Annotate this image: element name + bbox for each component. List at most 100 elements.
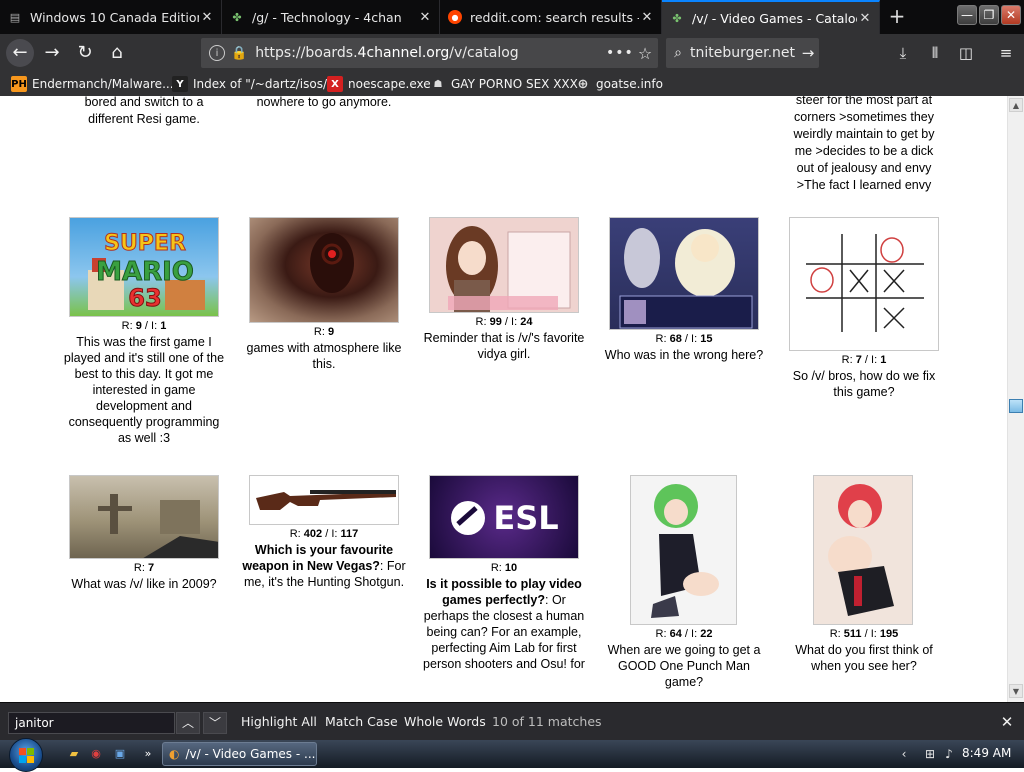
thread-card[interactable]: nowhere to go anymore. [242, 96, 406, 110]
restore-button[interactable]: ❐ [979, 5, 999, 25]
downloads-icon[interactable]: ⤓ [892, 42, 914, 64]
clock[interactable]: 8:49 AM [962, 746, 1011, 760]
tab-windows10[interactable]: ▤ Windows 10 Canada Edition · ✕ [0, 0, 222, 34]
thread-card[interactable]: R: 7 / I: 1 So /v/ bros, how do we fix t… [782, 354, 946, 400]
thread-stats: R: 7 [133, 562, 155, 574]
thread-thumbnail[interactable] [429, 217, 579, 313]
menu-icon[interactable]: ≡ [995, 42, 1017, 64]
bookmark-item[interactable]: PH Endermanch/Malware... [11, 75, 174, 93]
firefox-icon: ◐ [169, 747, 180, 761]
new-tab-button[interactable]: + [884, 4, 910, 30]
close-tab-icon[interactable]: ✕ [417, 10, 433, 25]
esl-logo-image: ESL [451, 499, 559, 537]
close-tab-icon[interactable]: ✕ [639, 10, 655, 25]
thread-thumbnail[interactable] [249, 475, 399, 525]
url-bar[interactable]: i 🔒 https://boards.4channel.org/v/catalo… [201, 38, 658, 68]
match-case-toggle[interactable]: Match Case [325, 714, 398, 729]
svg-text:ESL: ESL [493, 499, 558, 537]
thread-card[interactable]: R: 402 / I: 117 Which is your favourite … [242, 528, 406, 590]
bookmark-item[interactable]: Y Index of "/~dartz/isos/" [172, 75, 333, 93]
back-button[interactable]: ← [6, 39, 34, 67]
find-previous-button[interactable]: ︿ [176, 712, 200, 734]
tab-g-technology[interactable]: ✤ /g/ - Technology - 4chan ✕ [222, 0, 440, 34]
library-icon[interactable]: ⫴ [924, 42, 946, 64]
search-icon: ⌕ [674, 45, 682, 61]
x-icon: X [327, 76, 343, 92]
thread-thumbnail[interactable] [69, 475, 219, 559]
whole-words-toggle[interactable]: Whole Words [404, 714, 486, 729]
scroll-thumb[interactable] [1009, 399, 1023, 413]
thread-thumbnail[interactable] [789, 217, 939, 351]
tab-v-catalog[interactable]: ✤ /v/ - Video Games - Catalog - ✕ [662, 0, 880, 34]
navigation-toolbar: ← → ↻ ⌂ i 🔒 https://boards.4channel.org/… [0, 34, 1024, 72]
sidebar-icon[interactable]: ◫ [955, 42, 977, 64]
thread-thumbnail[interactable] [630, 475, 737, 625]
info-icon[interactable]: i [209, 45, 225, 61]
minimize-button[interactable]: — [957, 5, 977, 25]
tab-reddit[interactable]: ● reddit.com: search results - m ✕ [440, 0, 662, 34]
folder-icon[interactable]: ▰ [66, 746, 82, 762]
thread-card[interactable]: R: 511 / I: 195 What do you first think … [782, 628, 946, 674]
home-button[interactable]: ⌂ [103, 39, 131, 67]
thread-teaser-line: weirdly maintain to get by [793, 127, 935, 141]
highlight-all-toggle[interactable]: Highlight All [241, 714, 317, 729]
taskbar-item-firefox[interactable]: ◐ /v/ - Video Games - ... [162, 742, 317, 766]
thread-thumbnail[interactable] [813, 475, 913, 625]
search-go-icon[interactable]: → [797, 44, 819, 62]
quicklaunch-expand-icon[interactable]: » [140, 746, 156, 762]
thread-teaser: Who was in the wrong here? [604, 348, 764, 362]
close-window-button[interactable]: ✕ [1001, 5, 1021, 25]
pyra-image [828, 484, 894, 616]
thread-thumbnail[interactable]: SUPER MARIO 63 [69, 217, 219, 317]
close-tab-icon[interactable]: ✕ [857, 11, 873, 26]
vertical-scrollbar[interactable]: ▲ ▼ [1007, 96, 1024, 702]
start-button[interactable] [9, 738, 43, 772]
bookmark-item[interactable]: ⊕ goatse.info [575, 75, 663, 93]
thread-stats: R: 9 [313, 326, 335, 338]
close-tab-icon[interactable]: ✕ [199, 10, 215, 25]
forward-button[interactable]: → [38, 39, 66, 67]
thread-thumbnail[interactable] [609, 217, 759, 330]
network-icon[interactable]: ⊞ [922, 746, 938, 762]
thread-card[interactable]: R: 64 / I: 22 When are we going to get a… [602, 628, 766, 690]
shooter-screenshot-image [98, 494, 218, 558]
thread-thumbnail[interactable]: ESL [429, 475, 579, 559]
reload-button[interactable]: ↻ [71, 39, 99, 67]
thread-card[interactable]: R: 7 What was /v/ like in 2009? [62, 562, 226, 592]
thread-card[interactable]: bored and switch to a different Resi gam… [62, 96, 226, 127]
lock-icon: 🔒 [231, 45, 248, 61]
thread-card[interactable]: steer for the most part at corners >some… [782, 96, 946, 193]
thread-teaser-line: corners >sometimes they [794, 110, 934, 124]
browser-quicklaunch-icon[interactable]: ◉ [88, 746, 104, 762]
url-text[interactable]: https://boards.4channel.org/v/catalog [255, 45, 606, 61]
tray-expand-icon[interactable]: ‹ [896, 746, 912, 762]
search-bar[interactable]: ⌕ tniteburger.net → [666, 38, 819, 68]
svg-text:63: 63 [128, 284, 161, 312]
thread-teaser: So /v/ bros, how do we fix this game? [792, 369, 936, 399]
close-find-bar-icon[interactable]: ✕ [997, 712, 1017, 732]
find-input[interactable]: janitor [8, 712, 175, 734]
clover-icon: ✤ [232, 10, 242, 24]
thread-card[interactable]: R: 99 / I: 24 Reminder that is /v/'s fav… [422, 316, 586, 362]
thread-teaser-line: >The fact I learned envy [796, 178, 932, 192]
bookmark-star-icon[interactable]: ☆ [632, 44, 658, 63]
thread-thumbnail[interactable] [249, 217, 399, 323]
bookmark-item[interactable]: ☗ GAY PORNO SEX XXX [430, 75, 578, 93]
bookmark-label: GAY PORNO SEX XXX [451, 77, 578, 91]
thread-card[interactable]: R: 10 Is it possible to play video games… [422, 562, 586, 672]
page-actions-icon[interactable]: ••• [606, 45, 633, 61]
thread-card[interactable]: R: 68 / I: 15 Who was in the wrong here? [602, 333, 766, 363]
thread-card[interactable]: R: 9 games with atmosphere like this. [242, 326, 406, 372]
volume-icon[interactable]: ♪ [941, 746, 957, 762]
catalog-page: bored and switch to a different Resi gam… [0, 96, 1007, 702]
search-input[interactable]: tniteburger.net [690, 45, 797, 61]
show-desktop-icon[interactable]: ▣ [112, 746, 128, 762]
thread-card[interactable]: R: 9 / I: 1 This was the first game I pl… [62, 320, 226, 446]
bookmark-item[interactable]: X noescape.exe [327, 75, 431, 93]
shotgun-image [256, 490, 396, 510]
thread-teaser: What do you first think of when you see … [795, 643, 933, 673]
scroll-up-arrow-icon[interactable]: ▲ [1009, 98, 1023, 112]
thread-stats: R: 7 / I: 1 [841, 354, 887, 366]
scroll-down-arrow-icon[interactable]: ▼ [1009, 684, 1023, 698]
find-next-button[interactable]: ﹀ [203, 712, 227, 734]
